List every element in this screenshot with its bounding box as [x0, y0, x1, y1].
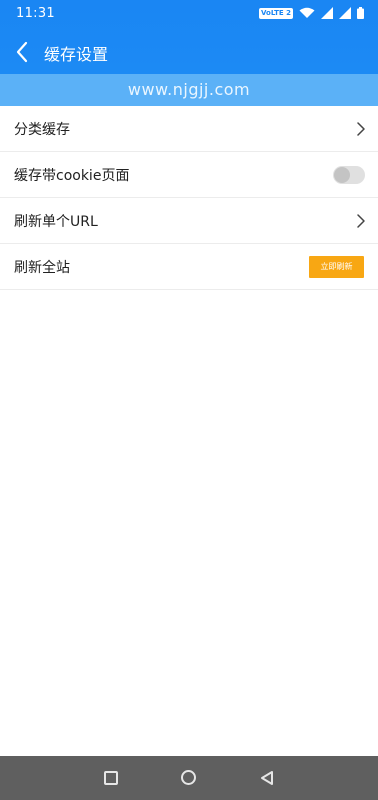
settings-item-cookie-cache: 缓存带cookie页面 — [0, 152, 378, 198]
watermark-banner: www.njgjj.com — [0, 74, 378, 106]
system-nav-bar — [0, 756, 378, 800]
battery-icon — [357, 7, 364, 19]
home-circle-icon[interactable] — [181, 770, 196, 785]
status-icons: VoLTE 2 — [258, 7, 364, 19]
refresh-now-button[interactable]: 立即刷新 — [309, 256, 364, 278]
back-triangle-icon[interactable] — [259, 770, 275, 786]
recents-square-icon[interactable] — [104, 771, 118, 785]
settings-item-category-cache[interactable]: 分类缓存 — [0, 106, 378, 152]
settings-item-refresh-site: 刷新全站 立即刷新 — [0, 244, 378, 290]
toggle-knob — [334, 167, 350, 183]
settings-item-label: 分类缓存 — [14, 122, 70, 138]
chevron-left-icon[interactable] — [14, 40, 32, 64]
top-bar: 11:31 VoLTE 2 缓存设置 — [0, 0, 378, 74]
wifi-icon — [299, 7, 315, 18]
page-title: 缓存设置 — [44, 45, 109, 64]
signal-icon — [321, 7, 333, 19]
settings-item-label: 刷新全站 — [14, 260, 70, 276]
status-bar: 11:31 VoLTE 2 — [0, 0, 378, 28]
settings-item-label: 刷新单个URL — [14, 214, 98, 230]
chevron-right-icon — [357, 214, 365, 228]
volte-badge: VoLTE 2 — [258, 7, 293, 19]
cookie-cache-toggle[interactable] — [333, 166, 365, 184]
app-bar: 缓存设置 — [0, 30, 378, 74]
status-time: 11:31 — [16, 6, 55, 21]
signal-icon — [339, 7, 351, 19]
settings-item-label: 缓存带cookie页面 — [14, 168, 130, 184]
chevron-right-icon — [357, 122, 365, 136]
settings-list: 分类缓存 缓存带cookie页面 刷新单个URL 刷新全站 立即刷新 — [0, 106, 378, 290]
settings-item-refresh-url[interactable]: 刷新单个URL — [0, 198, 378, 244]
